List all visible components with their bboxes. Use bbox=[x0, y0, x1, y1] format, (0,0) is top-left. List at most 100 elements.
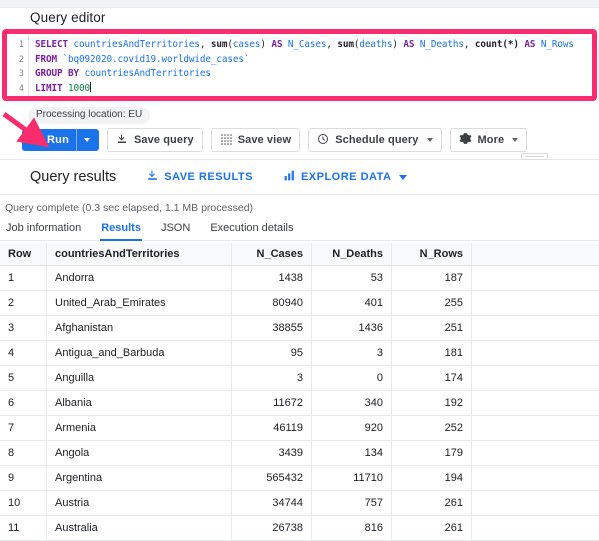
cell-n-rows: 251 bbox=[392, 316, 472, 341]
cell-n-deaths: 1436 bbox=[312, 316, 392, 341]
sql-table-reference: `bq092020.covid19.worldwide_cases` bbox=[57, 54, 249, 65]
cell-n-rows: 174 bbox=[392, 366, 472, 391]
column-header-n-cases[interactable]: N_Cases bbox=[232, 243, 312, 266]
cell-filler bbox=[472, 391, 599, 416]
column-header-country[interactable]: countriesAndTerritories bbox=[47, 243, 232, 266]
sql-keyword-as: AS bbox=[271, 39, 282, 50]
cell-n-cases: 38855 bbox=[232, 316, 312, 341]
line-number: 3 bbox=[7, 67, 28, 82]
cell-n-rows: 187 bbox=[392, 266, 472, 291]
cell-row-number: 5 bbox=[0, 366, 47, 391]
sql-keyword-limit: LIMIT bbox=[35, 83, 63, 94]
tab-job-information[interactable]: Job information bbox=[5, 220, 82, 240]
clock-icon bbox=[317, 133, 329, 148]
run-button[interactable]: Run bbox=[22, 129, 99, 151]
table-row[interactable]: 7Armenia46119920252 bbox=[0, 416, 599, 441]
toolbar-button-row: Run Save query Save view bbox=[22, 128, 599, 152]
line-number: 4 bbox=[7, 82, 28, 97]
sql-punct: ) bbox=[260, 39, 271, 50]
save-view-button[interactable]: Save view bbox=[211, 128, 301, 152]
cell-country: Afghanistan bbox=[47, 316, 232, 341]
sql-code-editor[interactable]: 1 2 3 4 SELECT countriesAndTerritories, … bbox=[7, 34, 592, 96]
chevron-down-icon bbox=[427, 138, 433, 142]
cell-filler bbox=[472, 316, 599, 341]
query-editor-highlight-annotation: 1 2 3 4 SELECT countriesAndTerritories, … bbox=[2, 29, 597, 101]
tab-execution-details[interactable]: Execution details bbox=[209, 220, 294, 240]
cell-country: Antigua_and_Barbuda bbox=[47, 341, 232, 366]
cell-row-number: 3 bbox=[0, 316, 47, 341]
table-row[interactable]: 9Argentina56543211710194 bbox=[0, 466, 599, 491]
cell-n-deaths: 401 bbox=[312, 291, 392, 316]
table-row[interactable]: 6Albania11672340192 bbox=[0, 391, 599, 416]
column-header-n-rows[interactable]: N_Rows bbox=[392, 243, 472, 266]
table-row[interactable]: 5Anguilla30174 bbox=[0, 366, 599, 391]
cell-n-deaths: 816 bbox=[312, 516, 392, 541]
table-row[interactable]: 1Andorra143853187 bbox=[0, 266, 599, 291]
cell-country: Andorra bbox=[47, 266, 232, 291]
cell-n-cases: 3 bbox=[232, 366, 312, 391]
cell-n-deaths: 134 bbox=[312, 441, 392, 466]
cell-n-deaths: 11710 bbox=[312, 466, 392, 491]
tab-json[interactable]: JSON bbox=[160, 220, 191, 240]
table-row[interactable]: 4Antigua_and_Barbuda953181 bbox=[0, 341, 599, 366]
cell-n-cases: 46119 bbox=[232, 416, 312, 441]
sql-group-column: countriesAndTerritories bbox=[79, 68, 211, 79]
explore-data-button[interactable]: EXPLORE DATA bbox=[283, 169, 407, 185]
table-row[interactable]: 8Angola3439134179 bbox=[0, 441, 599, 466]
cell-row-number: 2 bbox=[0, 291, 47, 316]
cell-country: Australia bbox=[47, 516, 232, 541]
cell-filler bbox=[472, 441, 599, 466]
cell-country: Angola bbox=[47, 441, 232, 466]
cell-n-rows: 179 bbox=[392, 441, 472, 466]
tab-results[interactable]: Results bbox=[100, 220, 142, 240]
cell-n-cases: 3439 bbox=[232, 441, 312, 466]
cell-filler bbox=[472, 266, 599, 291]
schedule-query-label: Schedule query bbox=[335, 135, 418, 146]
cell-filler bbox=[472, 516, 599, 541]
sql-punct: ) bbox=[392, 39, 403, 50]
cell-n-rows: 192 bbox=[392, 391, 472, 416]
save-query-button[interactable]: Save query bbox=[107, 128, 203, 152]
cell-n-deaths: 757 bbox=[312, 491, 392, 516]
cell-n-cases: 1438 bbox=[232, 266, 312, 291]
sql-alias-ndeaths: N_Deaths bbox=[414, 39, 463, 50]
table-row[interactable]: 2United_Arab_Emirates80940401255 bbox=[0, 291, 599, 316]
save-results-button[interactable]: SAVE RESULTS bbox=[146, 169, 253, 185]
column-header-row[interactable]: Row bbox=[0, 243, 47, 266]
processing-location-chip: Processing location: EU bbox=[28, 107, 150, 124]
query-results-header: Query results SAVE RESULTS EXPLORE DATA bbox=[0, 160, 599, 195]
editor-toolbar: Processing location: EU Run Save query bbox=[0, 101, 599, 160]
sql-alias-nrows: N_Rows bbox=[535, 39, 573, 50]
text-cursor bbox=[90, 82, 91, 92]
cell-filler bbox=[472, 341, 599, 366]
save-view-label: Save view bbox=[238, 135, 292, 146]
editor-code-content[interactable]: SELECT countriesAndTerritories, sum(case… bbox=[29, 34, 592, 96]
chevron-down-icon bbox=[399, 175, 407, 180]
column-header-n-deaths[interactable]: N_Deaths bbox=[312, 243, 392, 266]
more-button[interactable]: More bbox=[450, 128, 528, 152]
line-number: 2 bbox=[7, 53, 28, 68]
panel-resize-handle[interactable] bbox=[521, 153, 548, 160]
cell-n-cases: 95 bbox=[232, 341, 312, 366]
cell-row-number: 4 bbox=[0, 341, 47, 366]
sql-line-1: SELECT countriesAndTerritories, sum(case… bbox=[35, 38, 592, 53]
schedule-query-button[interactable]: Schedule query bbox=[308, 128, 441, 152]
cell-n-rows: 255 bbox=[392, 291, 472, 316]
cell-n-deaths: 920 bbox=[312, 416, 392, 441]
sql-alias-ncases: N_Cases bbox=[282, 39, 326, 50]
cell-n-deaths: 0 bbox=[312, 366, 392, 391]
cell-filler bbox=[472, 366, 599, 391]
cell-row-number: 7 bbox=[0, 416, 47, 441]
cell-n-rows: 252 bbox=[392, 416, 472, 441]
table-row[interactable]: 11Australia26738816261 bbox=[0, 516, 599, 541]
sql-keyword-select: SELECT bbox=[35, 39, 68, 50]
table-row[interactable]: 3Afghanistan388551436251 bbox=[0, 316, 599, 341]
sql-arg-deaths: deaths bbox=[359, 39, 392, 50]
gear-icon bbox=[459, 132, 472, 148]
cell-country: Austria bbox=[47, 491, 232, 516]
line-number: 1 bbox=[7, 38, 28, 53]
grid-dots-icon bbox=[220, 133, 232, 148]
run-dropdown-toggle[interactable] bbox=[76, 129, 95, 151]
table-row[interactable]: 10Austria34744757261 bbox=[0, 491, 599, 516]
query-results-title: Query results bbox=[30, 169, 116, 185]
